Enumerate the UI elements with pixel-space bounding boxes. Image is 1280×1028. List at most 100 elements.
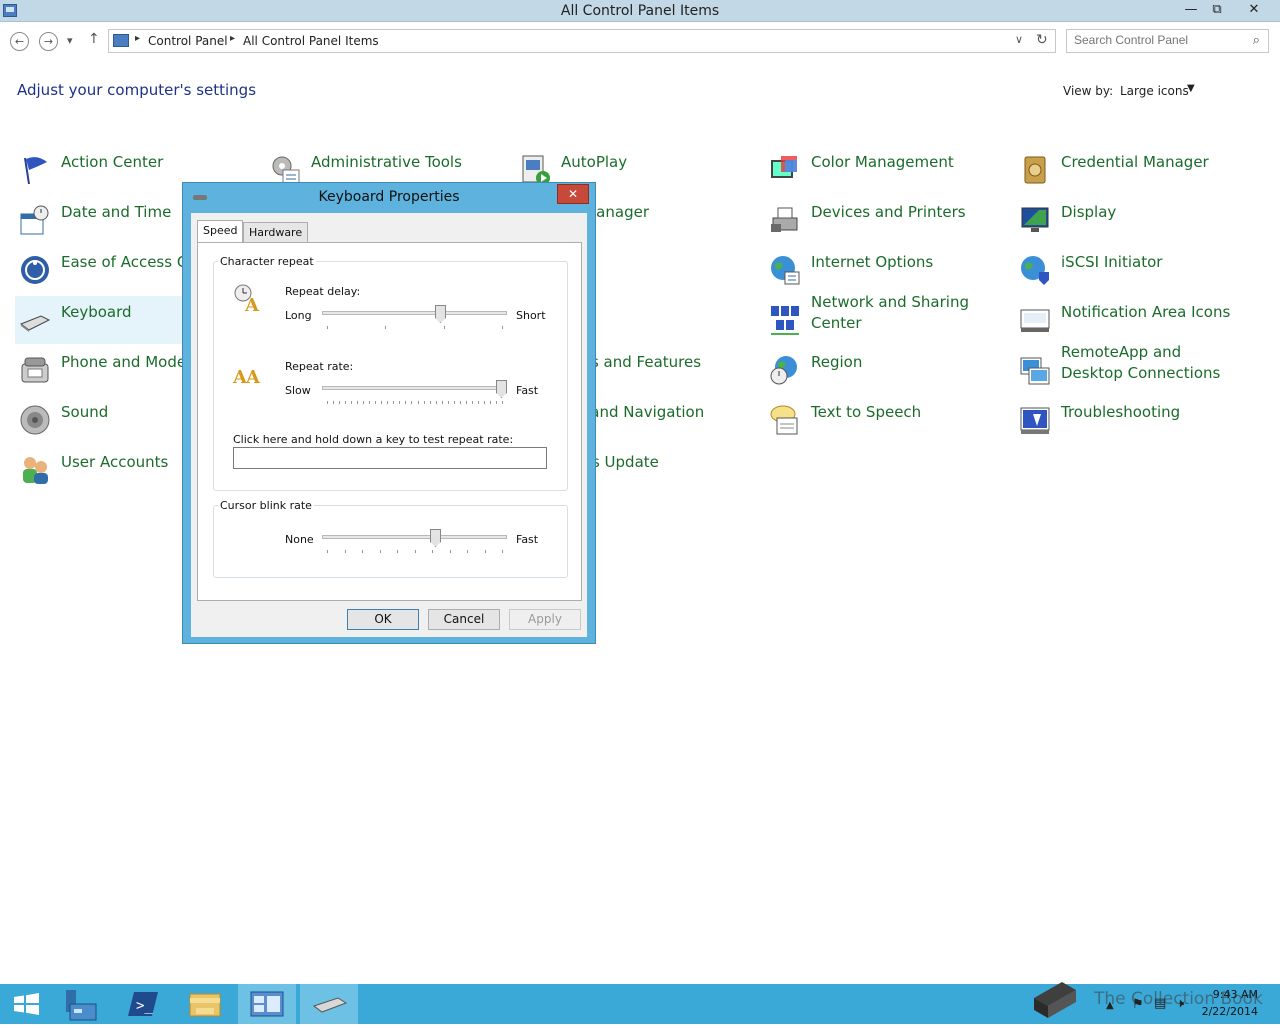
close-button[interactable]: ✕ — [1234, 0, 1274, 20]
slider-thumb[interactable] — [430, 529, 441, 547]
cp-item-display[interactable]: Display — [1015, 196, 1255, 244]
cp-item-text-to-speech[interactable]: Text to Speech — [765, 396, 1005, 444]
search-box[interactable]: ⌕ — [1066, 29, 1269, 53]
search-icon[interactable]: ⌕ — [1253, 33, 1260, 48]
recent-locations-button[interactable]: ▾ — [67, 34, 73, 47]
cp-item-region[interactable]: Region — [765, 346, 1005, 394]
test-repeat-input[interactable] — [233, 447, 547, 469]
network-tray-icon[interactable]: ▤ — [1154, 996, 1166, 1011]
volume-muted-icon[interactable]: 🕨 — [1176, 996, 1184, 1011]
book-icon — [1034, 982, 1076, 1018]
cp-item-iscsi-initiator[interactable]: iSCSI Initiator — [1015, 246, 1255, 294]
cp-item-remoteapp-and-desktop-connections[interactable]: RemoteApp and Desktop Connections — [1015, 343, 1255, 394]
slider-tick — [411, 401, 413, 404]
iscsi-icon — [1021, 256, 1049, 285]
cp-item-troubleshooting[interactable]: Troubleshooting — [1015, 396, 1255, 444]
slider-tick — [333, 401, 335, 404]
slider-tick — [423, 401, 425, 404]
flag-icon — [24, 157, 47, 185]
slider-tick — [351, 401, 353, 404]
view-by-dropdown[interactable]: Large icons — [1120, 84, 1189, 98]
dropdown-arrow-icon[interactable]: ▼ — [1187, 83, 1195, 94]
network-icon — [771, 306, 799, 335]
file-explorer-button[interactable] — [176, 984, 234, 1024]
folder-icon — [189, 993, 221, 1017]
breadcrumb-control-panel[interactable]: Control Panel — [148, 34, 228, 48]
slider-tick — [441, 401, 443, 404]
powershell-button[interactable]: >_ — [114, 984, 172, 1024]
slider-track[interactable] — [322, 386, 507, 390]
control-panel-taskbar-button[interactable] — [238, 984, 296, 1024]
region-icon — [770, 356, 797, 385]
chevron-right-icon[interactable]: ▸ — [135, 33, 140, 44]
tab-speed[interactable]: Speed — [197, 220, 244, 243]
up-button[interactable]: ↑ — [88, 31, 100, 47]
clock-date[interactable]: 2/22/2014 — [1202, 1005, 1258, 1018]
cursor-blink-min-label: None — [285, 533, 314, 546]
restore-button[interactable]: ⧉ — [1204, 0, 1230, 20]
ok-button[interactable]: OK — [347, 609, 419, 630]
refresh-button[interactable]: ↻ — [1036, 32, 1048, 48]
slider-tick — [417, 401, 419, 404]
forward-button[interactable]: → — [39, 32, 58, 51]
back-button[interactable]: ← — [10, 32, 29, 51]
cp-item-internet-options[interactable]: Internet Options — [765, 246, 1005, 294]
slider-tick — [393, 401, 395, 404]
repeat-delay-icon: A — [234, 284, 260, 313]
slider-tick — [459, 401, 461, 404]
slider-tick — [447, 401, 449, 404]
address-dropdown-button[interactable]: ∨ — [1015, 33, 1023, 46]
users-icon — [23, 457, 48, 484]
slider-tick — [405, 401, 407, 404]
monitor-icon — [1021, 207, 1049, 232]
cp-item-devices-and-printers[interactable]: Devices and Printers — [765, 196, 1005, 244]
slider-thumb[interactable] — [435, 305, 446, 323]
slider-thumb[interactable] — [496, 380, 507, 398]
slider-tick — [357, 401, 359, 404]
breadcrumb-all-items[interactable]: All Control Panel Items — [243, 34, 379, 48]
page-heading: Adjust your computer's settings — [17, 81, 257, 99]
slider-tick — [344, 550, 346, 553]
cp-item-label: Troubleshooting — [1061, 403, 1181, 421]
keyboard-icon — [312, 997, 348, 1013]
action-center-flag-icon[interactable]: ⚑ — [1132, 997, 1144, 1012]
cp-item-network-and-sharing-center[interactable]: Network and Sharing Center — [765, 293, 1005, 344]
cp-item-notification-area-icons[interactable]: Notification Area Icons — [1015, 296, 1255, 344]
slider-track[interactable] — [322, 535, 507, 539]
keyboard-taskbar-button[interactable] — [300, 984, 358, 1024]
cursor-blink-slider[interactable] — [322, 529, 507, 555]
repeat-delay-min-label: Long — [285, 309, 312, 322]
slider-track[interactable] — [322, 311, 507, 315]
view-by-label: View by: — [1063, 84, 1114, 98]
slider-tick — [362, 550, 363, 553]
tab-hardware[interactable]: Hardware — [243, 222, 309, 243]
repeat-rate-icon: A A — [233, 367, 261, 387]
search-input[interactable] — [1074, 33, 1244, 47]
remoteapp-icon — [1020, 357, 1050, 385]
repeat-rate-max-label: Fast — [516, 384, 539, 397]
cancel-button[interactable]: Cancel — [428, 609, 500, 630]
repeat-delay-slider[interactable] — [322, 305, 507, 331]
cp-item-label: Text to Speech — [811, 403, 922, 421]
title-bar: All Control Panel Items — ⧉ ✕ — [0, 0, 1280, 22]
minimize-button[interactable]: — — [1178, 0, 1204, 20]
repeat-delay-max-label: Short — [516, 309, 546, 322]
chevron-right-icon[interactable]: ▸ — [230, 33, 235, 44]
slider-tick — [449, 550, 451, 553]
slider-tick — [467, 550, 468, 553]
server-manager-button[interactable] — [52, 984, 110, 1024]
dialog-body: Speed Hardware Character repeat A Repeat… — [191, 213, 587, 637]
start-button[interactable] — [0, 984, 58, 1024]
show-hidden-icons-button[interactable]: ▲ — [1106, 1000, 1114, 1011]
troubleshoot-icon — [1020, 407, 1050, 434]
clock-time[interactable]: 9:43 AM — [1213, 988, 1258, 1001]
address-bar[interactable]: ▸ Control Panel ▸ All Control Panel Item… — [108, 29, 1056, 53]
dialog-close-button[interactable]: ✕ — [557, 184, 589, 204]
calendar-clock-icon — [20, 205, 49, 235]
cp-item-color-management[interactable]: Color Management — [765, 146, 1005, 194]
windows-logo-icon — [14, 993, 39, 1015]
apply-button[interactable]: Apply — [509, 609, 581, 630]
repeat-rate-slider[interactable] — [322, 380, 507, 406]
control-panel-icon — [113, 34, 129, 47]
cp-item-credential-manager[interactable]: Credential Manager — [1015, 146, 1255, 194]
